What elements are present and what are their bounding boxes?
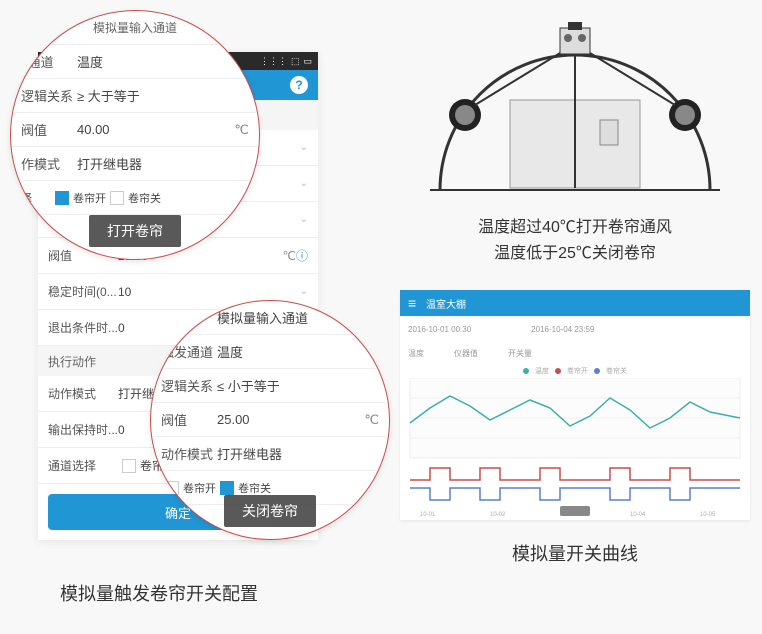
form-row: 触发通道温度 bbox=[151, 335, 389, 369]
magnifier-open: 模拟量输入通道 x通道温度逻辑关系≥ 大于等于阀值40.00℃作模式打开继电器 … bbox=[10, 10, 260, 260]
chart-caption: 模拟量开关曲线 bbox=[420, 540, 730, 566]
form-row: 逻辑关系≥ 大于等于 bbox=[11, 79, 259, 113]
battery-icon: ▭ bbox=[303, 56, 312, 67]
lens1-title: 模拟量输入通道 bbox=[11, 11, 259, 45]
form-row: 阀值25.00℃ bbox=[151, 403, 389, 437]
chart-header: 温室大棚 bbox=[400, 290, 750, 316]
menu-icon[interactable] bbox=[408, 295, 420, 311]
svg-text:10-02: 10-02 bbox=[490, 512, 506, 518]
checkbox-icon[interactable] bbox=[55, 191, 69, 205]
form-row: 阀值40.00℃ bbox=[11, 113, 259, 147]
form-row: 逻辑关系≤ 小于等于 bbox=[151, 369, 389, 403]
chevron-down-icon: ⌄ bbox=[300, 178, 308, 189]
lens-tag-close: 关闭卷帘 bbox=[224, 495, 316, 527]
greenhouse-caption: 温度超过40℃打开卷帘通风 温度低于25℃关闭卷帘 bbox=[420, 215, 730, 266]
chart-daterange: 2016-10-01 00:30 2016-10-04 23:59 bbox=[400, 316, 750, 342]
chart-tabs: 温度 仪器值 开关量 bbox=[400, 342, 750, 364]
chevron-down-icon: ⌄ bbox=[300, 286, 308, 297]
chart-panel: 温室大棚 2016-10-01 00:30 2016-10-04 23:59 温… bbox=[400, 290, 750, 520]
svg-text:10-04: 10-04 bbox=[630, 512, 646, 518]
form-row: 动作模式打开继电器 bbox=[151, 437, 389, 471]
lens1-checkboxes: 择 卷帘开 卷帘关 bbox=[11, 181, 259, 215]
greenhouse-diagram bbox=[420, 20, 730, 200]
chevron-down-icon: ⌄ bbox=[300, 142, 308, 153]
svg-text:10-01: 10-01 bbox=[420, 512, 436, 518]
magnifier-close: 源类型模拟量输入通道触发通道温度逻辑关系≤ 小于等于阀值25.00℃动作模式打开… bbox=[150, 300, 390, 540]
lens-tag-open: 打开卷帘 bbox=[89, 215, 181, 247]
form-row: 源类型模拟量输入通道 bbox=[151, 301, 389, 335]
svg-text:10-05: 10-05 bbox=[700, 512, 716, 518]
signal-icon: ⋮⋮⋮ bbox=[260, 56, 287, 67]
info-icon[interactable]: ⓘ bbox=[296, 247, 308, 264]
checkbox-icon[interactable] bbox=[220, 481, 234, 495]
checkbox-icon[interactable] bbox=[122, 459, 136, 473]
form-row: x通道温度 bbox=[11, 45, 259, 79]
checkbox-icon[interactable] bbox=[110, 191, 124, 205]
form-row: 作模式打开继电器 bbox=[11, 147, 259, 181]
chart-legend: 温度 卷帘开 卷帘关 bbox=[400, 364, 750, 378]
chevron-down-icon: ⌄ bbox=[300, 214, 308, 225]
checkbox-icon[interactable] bbox=[165, 481, 179, 495]
help-icon[interactable]: ? bbox=[290, 76, 308, 94]
wifi-icon: ⬚ bbox=[291, 56, 300, 67]
chart-body: 10-01 10-02 10-03 10-04 10-05 bbox=[408, 378, 742, 518]
main-caption: 模拟量触发卷帘开关配置 bbox=[60, 580, 258, 606]
